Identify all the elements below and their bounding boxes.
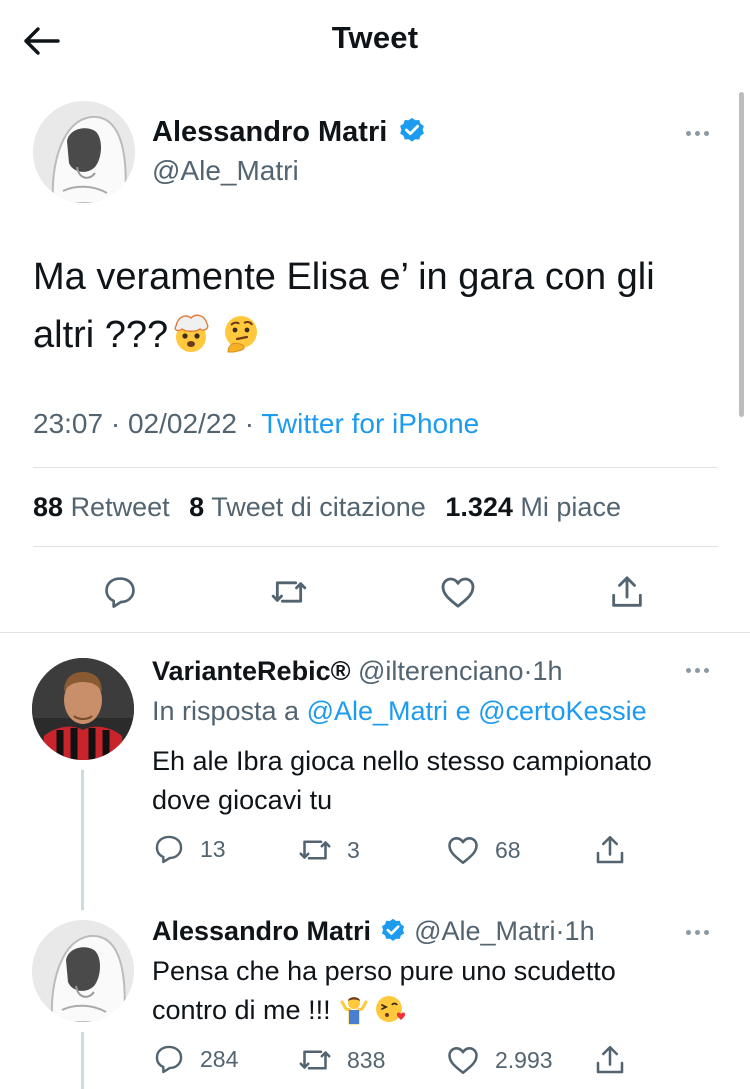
like-count: 2.993 [495,1046,553,1073]
retweets-count: 88 [33,492,64,522]
share-icon [596,1045,624,1074]
reply-author-handle[interactable]: @ilterenciano [358,656,524,686]
separator-dot: · [555,916,565,946]
author-name[interactable]: Alessandro Matri [152,116,427,149]
reply-text: Pensa che ha perso pure uno scudetto con… [152,952,712,1030]
verified-badge-icon [381,918,404,941]
tweet-source-link[interactable]: Twitter for iPhone [261,408,479,439]
reply-count: 284 [200,1045,239,1072]
top-bar: Tweet [0,0,750,80]
likes-stat[interactable]: 1.324 Mi piace [445,492,621,522]
retweet-button[interactable]: 3 [297,832,360,868]
reply-icon [105,577,135,608]
tweet-metadata: 23:07 · 02/02/22 · Twitter for iPhone [33,408,479,440]
heart-icon [441,577,475,608]
more-options-button[interactable] [686,930,709,935]
scrollbar[interactable] [739,92,744,417]
like-button[interactable]: 68 [445,832,521,868]
quotes-count: 8 [189,492,205,522]
thread-line [81,1032,84,1089]
mention-link[interactable]: @Ale_Matri [307,696,448,726]
reply-count: 13 [200,835,226,862]
quotes-label: Tweet di citazione [211,492,426,522]
share-button[interactable] [592,1042,628,1078]
retweet-icon [299,1050,331,1070]
reply-text: Eh ale Ibra gioca nello stesso campionat… [152,746,652,815]
thread-line [81,770,84,910]
heart-icon [448,1047,478,1075]
reply-author-line: Alessandro Matri @Ale_Matri·1h [152,916,595,947]
in-reply-to: In risposta a @Ale_Matri e @certoKessie [152,696,647,727]
quotes-stat[interactable]: 8 Tweet di citazione [189,492,426,522]
like-count: 68 [495,836,521,863]
share-icon [612,576,642,607]
share-button[interactable] [592,832,628,868]
retweet-icon [299,840,331,860]
verified-badge-icon [400,118,425,142]
reply-text-line2: contro di me !!! [152,995,331,1025]
thinking-face-emoji [225,315,258,353]
in-reply-prefix: In risposta a [152,696,300,726]
exploding-head-emoji [174,314,209,352]
reply-button[interactable]: 284 [152,1042,238,1076]
tweet-time: 23:07 [33,408,104,439]
reply-button[interactable] [98,570,142,614]
face-blowing-kiss-emoji [376,995,406,1022]
tweet-text-line2: altri ??? [33,314,169,356]
reply-time[interactable]: 1h [533,656,563,686]
avatar[interactable] [32,658,134,760]
avatar[interactable] [33,101,135,203]
tweet-stats: 88 Retweet 8 Tweet di citazione 1.324 Mi… [33,492,633,523]
more-options-button[interactable] [686,131,709,136]
likes-count: 1.324 [445,492,513,522]
reply-author-line: VarianteRebic® @ilterenciano·1h [152,656,563,687]
like-button[interactable] [436,570,480,614]
retweet-count: 838 [347,1046,386,1073]
reply-icon [155,835,183,864]
retweet-button[interactable]: 838 [297,1042,385,1078]
divider [33,546,718,547]
reply-icon [155,1045,183,1074]
mention-conjunction: e [455,696,471,726]
separator-dot: · [110,408,121,439]
reply-actions: 13 3 68 [152,832,652,872]
reply-actions: 284 838 2.993 [152,1042,652,1082]
reply-author-name[interactable]: VarianteRebic® [152,656,350,686]
mention-link[interactable]: @certoKessie [478,696,646,726]
reply-time[interactable]: 1h [565,916,595,946]
reply-author-name[interactable]: Alessandro Matri [152,916,371,946]
page-title: Tweet [331,20,419,55]
tweet-actions [0,570,750,616]
separator-dot: · [523,656,533,686]
retweet-button[interactable] [267,570,311,614]
share-icon [596,835,624,864]
divider [0,632,750,633]
separator-dot: · [244,408,255,439]
reply-button[interactable]: 13 [152,832,226,866]
retweet-count: 3 [347,836,360,863]
reply-text-line1: Pensa che ha perso pure uno scudetto [152,956,616,986]
author-handle[interactable]: @Ale_Matri [152,155,299,187]
author-name-text: Alessandro Matri [152,116,388,148]
share-button[interactable] [605,570,649,614]
retweets-stat[interactable]: 88 Retweet [33,492,170,522]
heart-icon [448,837,478,865]
retweets-label: Retweet [70,492,170,522]
likes-label: Mi piace [520,492,621,522]
tweet-text: Ma veramente Elisa e’ in gara con gli al… [33,248,723,364]
like-button[interactable]: 2.993 [445,1042,553,1078]
reply-author-handle[interactable]: @Ale_Matri [414,916,555,946]
retweet-icon [271,581,307,603]
avatar[interactable] [32,920,134,1022]
tweet-text-line1: Ma veramente Elisa e’ in gara con gli [33,256,655,298]
tweet-date: 02/02/22 [127,408,237,439]
divider [33,467,718,468]
more-options-button[interactable] [686,668,709,673]
person-shrugging-emoji [340,996,368,1025]
